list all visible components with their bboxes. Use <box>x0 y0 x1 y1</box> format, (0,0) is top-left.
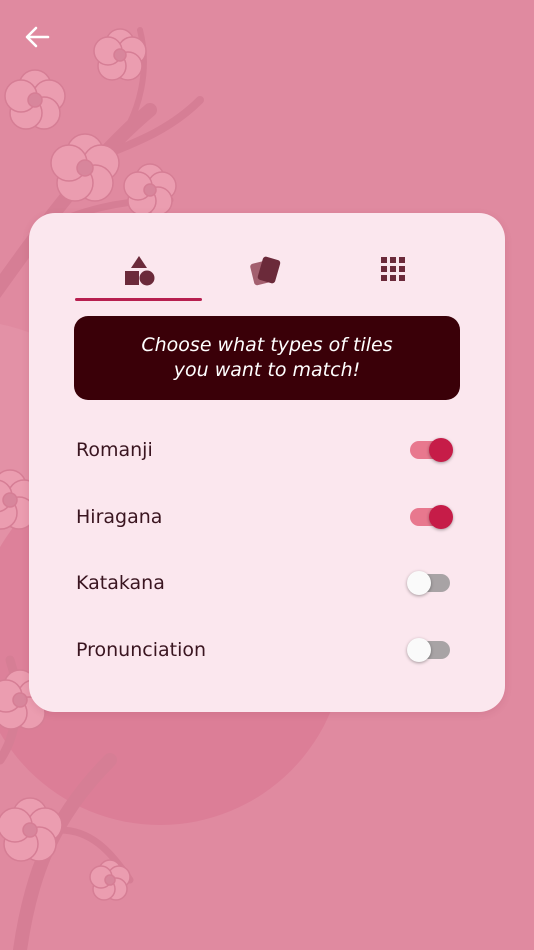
option-label-katakana: Katakana <box>76 572 165 594</box>
banner-line-1: Choose what types of tiles <box>141 334 393 356</box>
option-row-romanji: Romanji <box>76 430 456 470</box>
settings-card: Choose what types of tiles you want to m… <box>29 213 505 712</box>
toggle-thumb <box>407 638 431 662</box>
banner-line-2: you want to match! <box>173 359 361 381</box>
arrow-left-icon <box>25 26 50 48</box>
back-button[interactable] <box>18 20 56 54</box>
grid-icon <box>380 257 405 281</box>
tab-card-style[interactable] <box>202 249 329 301</box>
toggle-pronunciation[interactable] <box>404 633 456 667</box>
tab-selected-indicator <box>75 298 202 301</box>
toggle-hiragana[interactable] <box>404 500 456 534</box>
shapes-icon <box>124 256 154 286</box>
toggle-romanji[interactable] <box>404 433 456 467</box>
cards-icon <box>249 256 280 286</box>
toggle-thumb <box>407 571 431 595</box>
option-row-hiragana: Hiragana <box>76 497 456 537</box>
instruction-banner: Choose what types of tiles you want to m… <box>74 316 460 400</box>
option-label-hiragana: Hiragana <box>76 506 163 528</box>
option-row-pronunciation: Pronunciation <box>76 630 456 670</box>
tab-grid-size[interactable] <box>329 249 456 301</box>
option-row-katakana: Katakana <box>76 563 456 603</box>
option-label-pronunciation: Pronunciation <box>76 639 207 661</box>
option-label-romanji: Romanji <box>76 439 153 461</box>
tab-tile-types[interactable] <box>75 249 202 301</box>
toggle-thumb <box>429 505 453 529</box>
tab-bar <box>75 249 457 301</box>
toggle-thumb <box>429 438 453 462</box>
toggle-katakana[interactable] <box>404 566 456 600</box>
